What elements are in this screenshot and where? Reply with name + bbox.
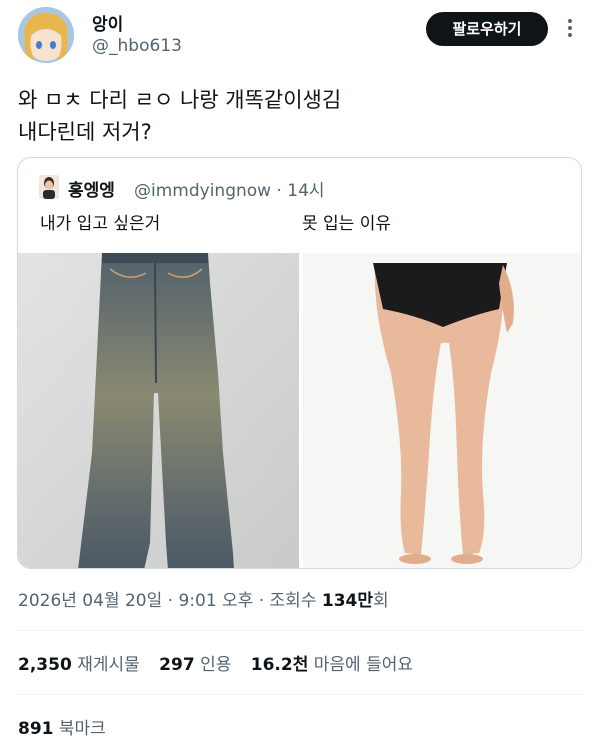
legs-image[interactable] bbox=[303, 253, 581, 568]
timestamp-text: 2026년 04월 20일 · 9:01 오후 · 조회수 bbox=[18, 591, 322, 611]
quote-label[interactable]: 인용 bbox=[200, 655, 231, 675]
quote-text-right: 못 입는 이유 bbox=[302, 214, 392, 234]
quote-text-left: 내가 입고 싶은거 bbox=[40, 214, 161, 234]
quote-media bbox=[18, 253, 581, 568]
like-count[interactable]: 16.2천 bbox=[251, 655, 309, 675]
tweet-text-line: 와 ㅁㅊ 다리 ㄹㅇ 나랑 개똑같이생김 bbox=[18, 88, 342, 112]
avatar[interactable] bbox=[18, 7, 74, 63]
quote-count[interactable]: 297 bbox=[159, 655, 195, 675]
quoted-tweet[interactable]: 홍엥엥 @immdyingnow · 14시 내가 입고 싶은거 못 입는 이유 bbox=[17, 157, 582, 569]
tweet-timestamp[interactable]: 2026년 04월 20일 · 9:01 오후 · 조회수 134만회 bbox=[18, 586, 389, 611]
divider bbox=[18, 694, 582, 695]
follow-button[interactable]: 팔로우하기 bbox=[426, 12, 548, 46]
jeans-image[interactable] bbox=[18, 253, 299, 568]
tweet-text: 와 ㅁㅊ 다리 ㄹㅇ 나랑 개똑같이생김 내다린데 저거? bbox=[18, 84, 578, 148]
bookmark-count: 891 bbox=[18, 719, 54, 739]
retweet-label[interactable]: 재게시물 bbox=[77, 655, 140, 675]
retweet-count[interactable]: 2,350 bbox=[18, 655, 72, 675]
quote-author-meta: @immdyingnow · 14시 bbox=[134, 181, 325, 201]
view-count-suffix: 회 bbox=[373, 591, 389, 611]
more-options-icon[interactable] bbox=[564, 16, 576, 42]
quote-avatar[interactable] bbox=[39, 175, 59, 199]
bookmark-stats[interactable]: 891 북마크 bbox=[18, 714, 120, 739]
view-count: 134만 bbox=[321, 591, 374, 611]
bookmark-label: 북마크 bbox=[58, 719, 106, 739]
author-name[interactable]: 앙이 bbox=[92, 10, 123, 35]
author-handle[interactable]: @_hbo613 bbox=[92, 36, 182, 56]
divider bbox=[18, 630, 582, 631]
engagement-stats: 2,350 재게시물 297 인용 16.2천 마음에 들어요 bbox=[18, 650, 427, 675]
tweet-header: 앙이 @_hbo613 팔로우하기 bbox=[0, 0, 600, 70]
quote-author-name[interactable]: 홍엥엥 bbox=[68, 176, 115, 201]
like-label[interactable]: 마음에 들어요 bbox=[314, 655, 413, 675]
tweet-text-line: 내다린데 저거? bbox=[18, 120, 152, 144]
